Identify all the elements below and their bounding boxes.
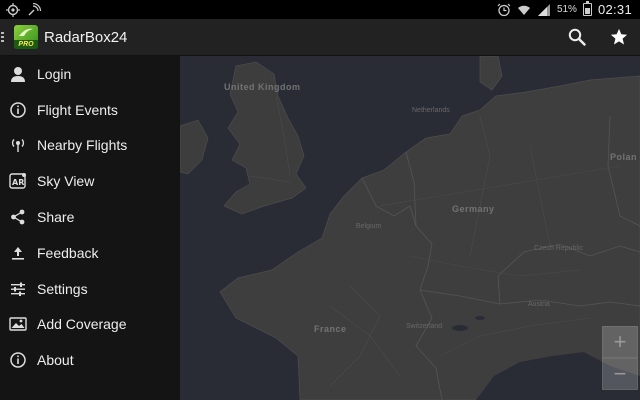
menu-item-settings[interactable]: Settings: [0, 271, 180, 307]
zoom-out-button[interactable]: −: [602, 358, 638, 390]
star-icon: [610, 28, 628, 45]
upload-icon: [12, 246, 24, 260]
plane-icon: [19, 28, 33, 36]
nav-drawer: Login Flight Events Nearby Flights AR Sk…: [0, 56, 180, 400]
clock: 02:31: [597, 2, 632, 17]
battery-icon: [582, 1, 592, 16]
menu-item-sky-view[interactable]: AR Sky View: [0, 163, 180, 199]
drawer-indicator-icon[interactable]: [1, 32, 4, 42]
menu-label: Feedback: [37, 244, 99, 261]
zoom-in-button[interactable]: +: [602, 326, 638, 358]
menu-item-nearby-flights[interactable]: Nearby Flights: [0, 128, 180, 164]
map-image-icon: [9, 317, 27, 332]
logo-pro-badge: PRO: [14, 40, 38, 49]
search-icon: [568, 28, 586, 46]
menu-label: Flight Events: [37, 101, 118, 118]
info-icon: [10, 352, 26, 369]
status-bar: 51% 02:31: [0, 0, 640, 19]
sliders-icon: [11, 282, 25, 296]
cell-signal-icon: [537, 3, 550, 16]
user-icon: [11, 66, 25, 82]
wifi-icon: [517, 5, 530, 15]
signal-radiate-icon: [28, 2, 41, 15]
app-logo[interactable]: PRO: [14, 25, 38, 49]
battery-percent: 51%: [556, 4, 577, 15]
action-bar: PRO RadarBox24: [0, 19, 640, 56]
menu-label: Settings: [37, 280, 88, 297]
menu-item-add-coverage[interactable]: Add Coverage: [0, 307, 180, 343]
menu-item-flight-events[interactable]: Flight Events: [0, 92, 180, 128]
menu-label: Add Coverage: [37, 316, 127, 333]
menu-label: Nearby Flights: [37, 137, 128, 154]
drawer-scrim[interactable]: [180, 56, 640, 400]
share-icon: [11, 209, 25, 225]
gps-icon: [6, 2, 20, 17]
search-button[interactable]: [556, 19, 598, 56]
menu-label: Login: [37, 65, 72, 82]
menu-item-about[interactable]: About: [0, 342, 180, 378]
favorites-button[interactable]: [598, 19, 640, 56]
menu-item-login[interactable]: Login: [0, 56, 180, 92]
menu-item-feedback[interactable]: Feedback: [0, 235, 180, 271]
flight-map[interactable]: United Kingdom Netherlands Germany Belgi…: [180, 56, 640, 400]
app-title: RadarBox24: [44, 28, 128, 46]
location-radiate-icon: [11, 139, 25, 153]
ar-icon: AR: [9, 173, 26, 189]
menu-label: Share: [37, 209, 75, 226]
menu-label: Sky View: [37, 173, 95, 190]
svg-text:AR: AR: [12, 178, 24, 187]
menu-item-share[interactable]: Share: [0, 199, 180, 235]
menu-label: About: [37, 352, 74, 369]
info-icon: [10, 101, 26, 118]
alarm-icon: [497, 3, 511, 16]
